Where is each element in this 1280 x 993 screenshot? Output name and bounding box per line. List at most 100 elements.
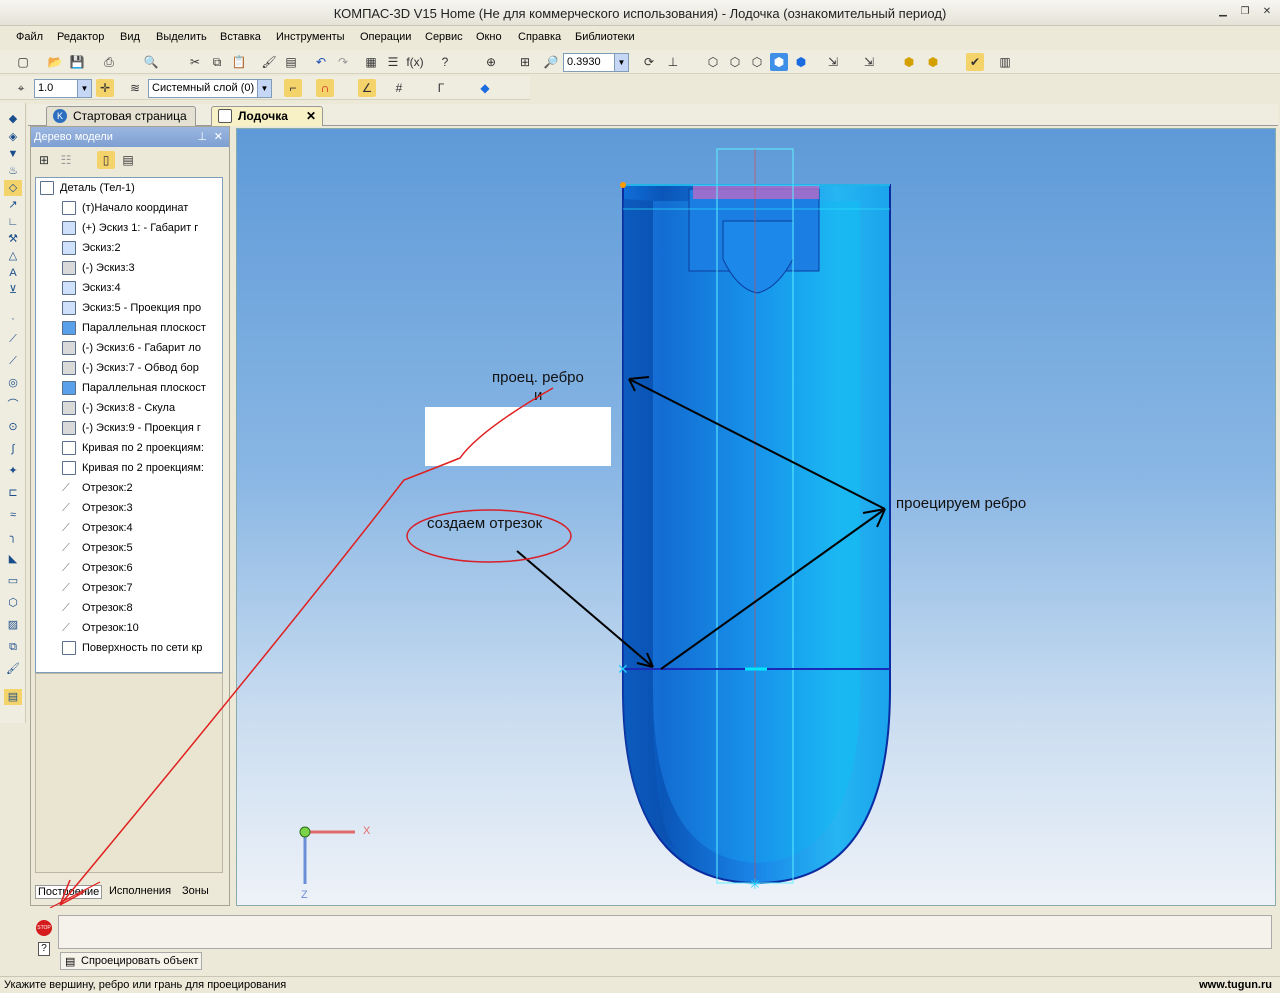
- menu-file[interactable]: Файл: [16, 31, 43, 43]
- shaded-icon[interactable]: ⬢: [770, 53, 788, 71]
- round-icon[interactable]: Γ: [432, 79, 450, 97]
- close-panel-icon[interactable]: ✕: [214, 127, 223, 147]
- ortho-icon[interactable]: ∠: [358, 79, 376, 97]
- assembly-icon[interactable]: ⬢: [924, 53, 942, 71]
- spline-icon[interactable]: ∫: [4, 441, 22, 457]
- tree-item[interactable]: (-) Эскиз:8 - Скула: [36, 398, 212, 418]
- polygon-icon[interactable]: ⬡: [4, 595, 22, 611]
- bezier-icon[interactable]: ✦: [4, 463, 22, 479]
- circle-icon[interactable]: ◎: [4, 375, 22, 391]
- menu-editor[interactable]: Редактор: [57, 31, 104, 43]
- layers-icon[interactable]: ≋: [126, 79, 144, 97]
- tree-item[interactable]: ⟋ Отрезок:7: [36, 578, 212, 598]
- tree-item[interactable]: (-) Эскиз:9 - Проекция г: [36, 418, 212, 438]
- brush-icon[interactable]: 🖌: [260, 53, 278, 71]
- tree-item[interactable]: ⟋ Отрезок:5: [36, 538, 212, 558]
- orientation-icon[interactable]: ⊥: [664, 53, 682, 71]
- zoom-fit-icon[interactable]: ⊕: [482, 53, 500, 71]
- print-icon[interactable]: ⎙: [100, 53, 118, 71]
- tab-lodochka[interactable]: Лодочка ✕: [211, 106, 323, 126]
- tree-item[interactable]: (-) Эскиз:3: [36, 258, 212, 278]
- options-icon[interactable]: ▥: [996, 53, 1014, 71]
- shaded-edges-icon[interactable]: ⬢: [792, 53, 810, 71]
- tree-item[interactable]: ⟋ Отрезок:2: [36, 478, 212, 498]
- tree-view-icon[interactable]: ▯: [97, 151, 115, 169]
- maximize-button[interactable]: ❐: [1238, 6, 1252, 18]
- rotate-icon[interactable]: ⟳: [640, 53, 658, 71]
- chevron-down-icon[interactable]: ▼: [614, 54, 628, 71]
- magnet-icon[interactable]: ∩: [316, 79, 334, 97]
- zoom-window-icon[interactable]: ⊞: [516, 53, 534, 71]
- chamfer-icon[interactable]: ◣: [4, 551, 22, 567]
- constraints-icon[interactable]: ⇲: [824, 53, 842, 71]
- menu-help[interactable]: Справка: [518, 31, 561, 43]
- help-pointer-icon[interactable]: ?: [436, 53, 454, 71]
- tab-executions[interactable]: Исполнения: [109, 885, 171, 897]
- menu-window[interactable]: Окно: [476, 31, 502, 43]
- surface-icon[interactable]: ↗: [4, 197, 22, 213]
- list-icon[interactable]: ☰: [384, 53, 402, 71]
- filter-icon[interactable]: ⇲: [860, 53, 878, 71]
- tree-options-icon[interactable]: ▤: [119, 151, 137, 169]
- stop-icon[interactable]: STOP: [36, 920, 52, 936]
- tree-item[interactable]: Эскиз:2: [36, 238, 212, 258]
- hidden-lines-icon[interactable]: ⬡: [726, 53, 744, 71]
- tree-item[interactable]: ⟋ Отрезок:10: [36, 618, 212, 638]
- menu-service[interactable]: Сервис: [425, 31, 463, 43]
- hatch-icon[interactable]: ▨: [4, 617, 22, 633]
- save-icon[interactable]: 💾: [68, 53, 86, 71]
- funnel-icon[interactable]: ▼: [4, 146, 22, 162]
- tab-start-page[interactable]: K Стартовая страница: [46, 106, 196, 126]
- part-icon[interactable]: ⬢: [900, 53, 918, 71]
- geometry-cube-icon[interactable]: ◆: [4, 111, 22, 127]
- close-tab-icon[interactable]: ✕: [306, 107, 316, 125]
- project-object-icon[interactable]: ▤: [4, 689, 22, 705]
- tree-item[interactable]: ⟋ Отрезок:3: [36, 498, 212, 518]
- zoom-icon[interactable]: 🔎: [542, 53, 560, 71]
- zoom-combo[interactable]: 0.3930 ▼: [563, 53, 629, 72]
- hammer-icon[interactable]: ⚒: [4, 231, 22, 247]
- tree-structure-icon[interactable]: ⊞: [35, 151, 53, 169]
- spatial-curves-icon[interactable]: ◇: [4, 180, 22, 196]
- step-icon[interactable]: ⌖: [12, 79, 30, 97]
- fillet-icon[interactable]: ╮: [4, 529, 22, 545]
- tree-item[interactable]: (т)Начало координат: [36, 198, 212, 218]
- grid-icon[interactable]: #: [390, 79, 408, 97]
- tree-item[interactable]: (-) Эскиз:6 - Габарит ло: [36, 338, 212, 358]
- nurbs-icon[interactable]: ≈: [4, 507, 22, 523]
- lcs-icon[interactable]: ⌐: [284, 79, 302, 97]
- scale-combo[interactable]: 1.0 ▼: [34, 79, 92, 98]
- tree-item[interactable]: ⟋ Отрезок:6: [36, 558, 212, 578]
- paste-icon[interactable]: 📋: [230, 53, 248, 71]
- menu-select[interactable]: Выделить: [156, 31, 207, 43]
- preview-icon[interactable]: 🔍: [142, 53, 160, 71]
- ellipse-icon[interactable]: ⊙: [4, 419, 22, 435]
- menu-tools[interactable]: Инструменты: [276, 31, 345, 43]
- arc-icon[interactable]: ⌒: [4, 397, 22, 413]
- paint-icon[interactable]: 🖌: [4, 661, 22, 677]
- tree-item[interactable]: ⟋ Отрезок:4: [36, 518, 212, 538]
- point-icon[interactable]: ·: [4, 311, 22, 327]
- grid-snap-icon[interactable]: ✛: [96, 79, 114, 97]
- tree-item[interactable]: Кривая по 2 проекциям:: [36, 458, 212, 478]
- menu-operations[interactable]: Операции: [360, 31, 411, 43]
- pin-icon[interactable]: ⊥: [197, 127, 207, 147]
- command-field[interactable]: [58, 915, 1272, 949]
- chevron-down-icon[interactable]: ▼: [257, 80, 271, 97]
- project-object-button[interactable]: ▤ Спроецировать объект: [60, 952, 202, 970]
- line-icon[interactable]: ⟋: [4, 331, 22, 347]
- minimize-button[interactable]: ▁: [1216, 6, 1230, 18]
- tree-list-icon[interactable]: ☷: [57, 151, 75, 169]
- segment-icon[interactable]: ⟋: [4, 353, 22, 369]
- tree-item[interactable]: Поверхность по сети кр: [36, 638, 212, 658]
- sketch-icon[interactable]: ⊻: [4, 282, 22, 298]
- wireframe-icon[interactable]: ⬡: [704, 53, 722, 71]
- close-window-button[interactable]: ✕: [1260, 6, 1274, 18]
- layer-combo[interactable]: Системный слой (0) ▼: [148, 79, 272, 98]
- tree-item[interactable]: ⟋ Отрезок:8: [36, 598, 212, 618]
- thin-lines-icon[interactable]: ⬡: [748, 53, 766, 71]
- tab-construction[interactable]: Построение: [35, 885, 103, 899]
- polyline-icon[interactable]: ⊏: [4, 485, 22, 501]
- model-viewport[interactable]: ✕ ✳ проец. ребро и проецируем ребро созд…: [236, 128, 1276, 906]
- text-a-icon[interactable]: A: [4, 265, 22, 281]
